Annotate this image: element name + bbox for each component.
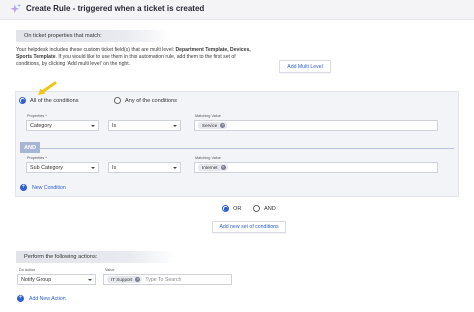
operator-select[interactable]: Is [108, 162, 181, 173]
actions-section-label: Perform the following actions: [16, 251, 176, 263]
radio-selected-icon [222, 205, 229, 212]
matching-value-input[interactable]: Internet × [194, 162, 438, 173]
value-chip: Service × [198, 122, 228, 129]
radio-selected-icon [19, 97, 26, 104]
set-and-radio[interactable]: AND [253, 205, 276, 212]
and-divider [20, 148, 454, 149]
chip-remove-icon[interactable]: × [220, 165, 226, 170]
radio-unselected-icon [114, 97, 121, 104]
matching-value-label: Matching Value [195, 114, 221, 118]
search-placeholder: Type To Search [145, 276, 182, 283]
and-badge: AND [20, 142, 40, 153]
condition-set-panel [15, 91, 459, 197]
property-select[interactable]: Category [26, 120, 99, 131]
chip-remove-icon[interactable]: × [220, 123, 226, 128]
add-multi-level-button[interactable]: Add Multi Level [279, 60, 331, 73]
rule-header: Create Rule - triggered when a ticket is… [0, 0, 474, 20]
set-or-radio[interactable]: OR [222, 205, 241, 212]
value-chip: Internet × [198, 164, 228, 171]
add-new-action-button[interactable]: + Add New Action [17, 295, 66, 302]
chip-remove-icon[interactable]: × [135, 277, 141, 282]
action-select[interactable]: Notify Group [17, 274, 96, 285]
radio-unselected-icon [253, 205, 260, 212]
action-value-input[interactable]: IT Support × Type To Search [103, 274, 232, 285]
matching-value-label: Matching Value [195, 156, 221, 160]
matching-value-input[interactable]: Service × [194, 120, 438, 131]
match-all-radio[interactable]: All of the conditions [19, 97, 79, 104]
properties-label: Properties * [27, 156, 47, 160]
chevron-down-icon [173, 166, 177, 169]
action-value-label: Value [105, 268, 115, 272]
arrow-icon [38, 81, 57, 95]
match-any-radio[interactable]: Any of the conditions [114, 97, 177, 104]
plus-icon: + [20, 184, 27, 191]
do-action-label: Do Action [19, 268, 36, 272]
operator-select[interactable]: Is [108, 120, 181, 131]
multi-level-info-text: Your helpdesk includes these custom tick… [16, 47, 251, 68]
value-chip: IT Support × [107, 276, 143, 283]
chevron-down-icon [91, 166, 95, 169]
plus-icon: + [17, 295, 24, 302]
property-select[interactable]: Sub Category [26, 162, 99, 173]
properties-label: Properties * [27, 114, 47, 118]
new-condition-button[interactable]: + New Condition [20, 184, 66, 191]
sparkle-icon [10, 3, 22, 14]
page-title: Create Rule - triggered when a ticket is… [26, 4, 205, 13]
conditions-section-label: On ticket properties that match: [16, 30, 171, 42]
add-condition-set-button[interactable]: Add new set of conditions [212, 221, 286, 233]
chevron-down-icon [91, 124, 95, 127]
chevron-down-icon [88, 278, 92, 281]
chevron-down-icon [173, 124, 177, 127]
